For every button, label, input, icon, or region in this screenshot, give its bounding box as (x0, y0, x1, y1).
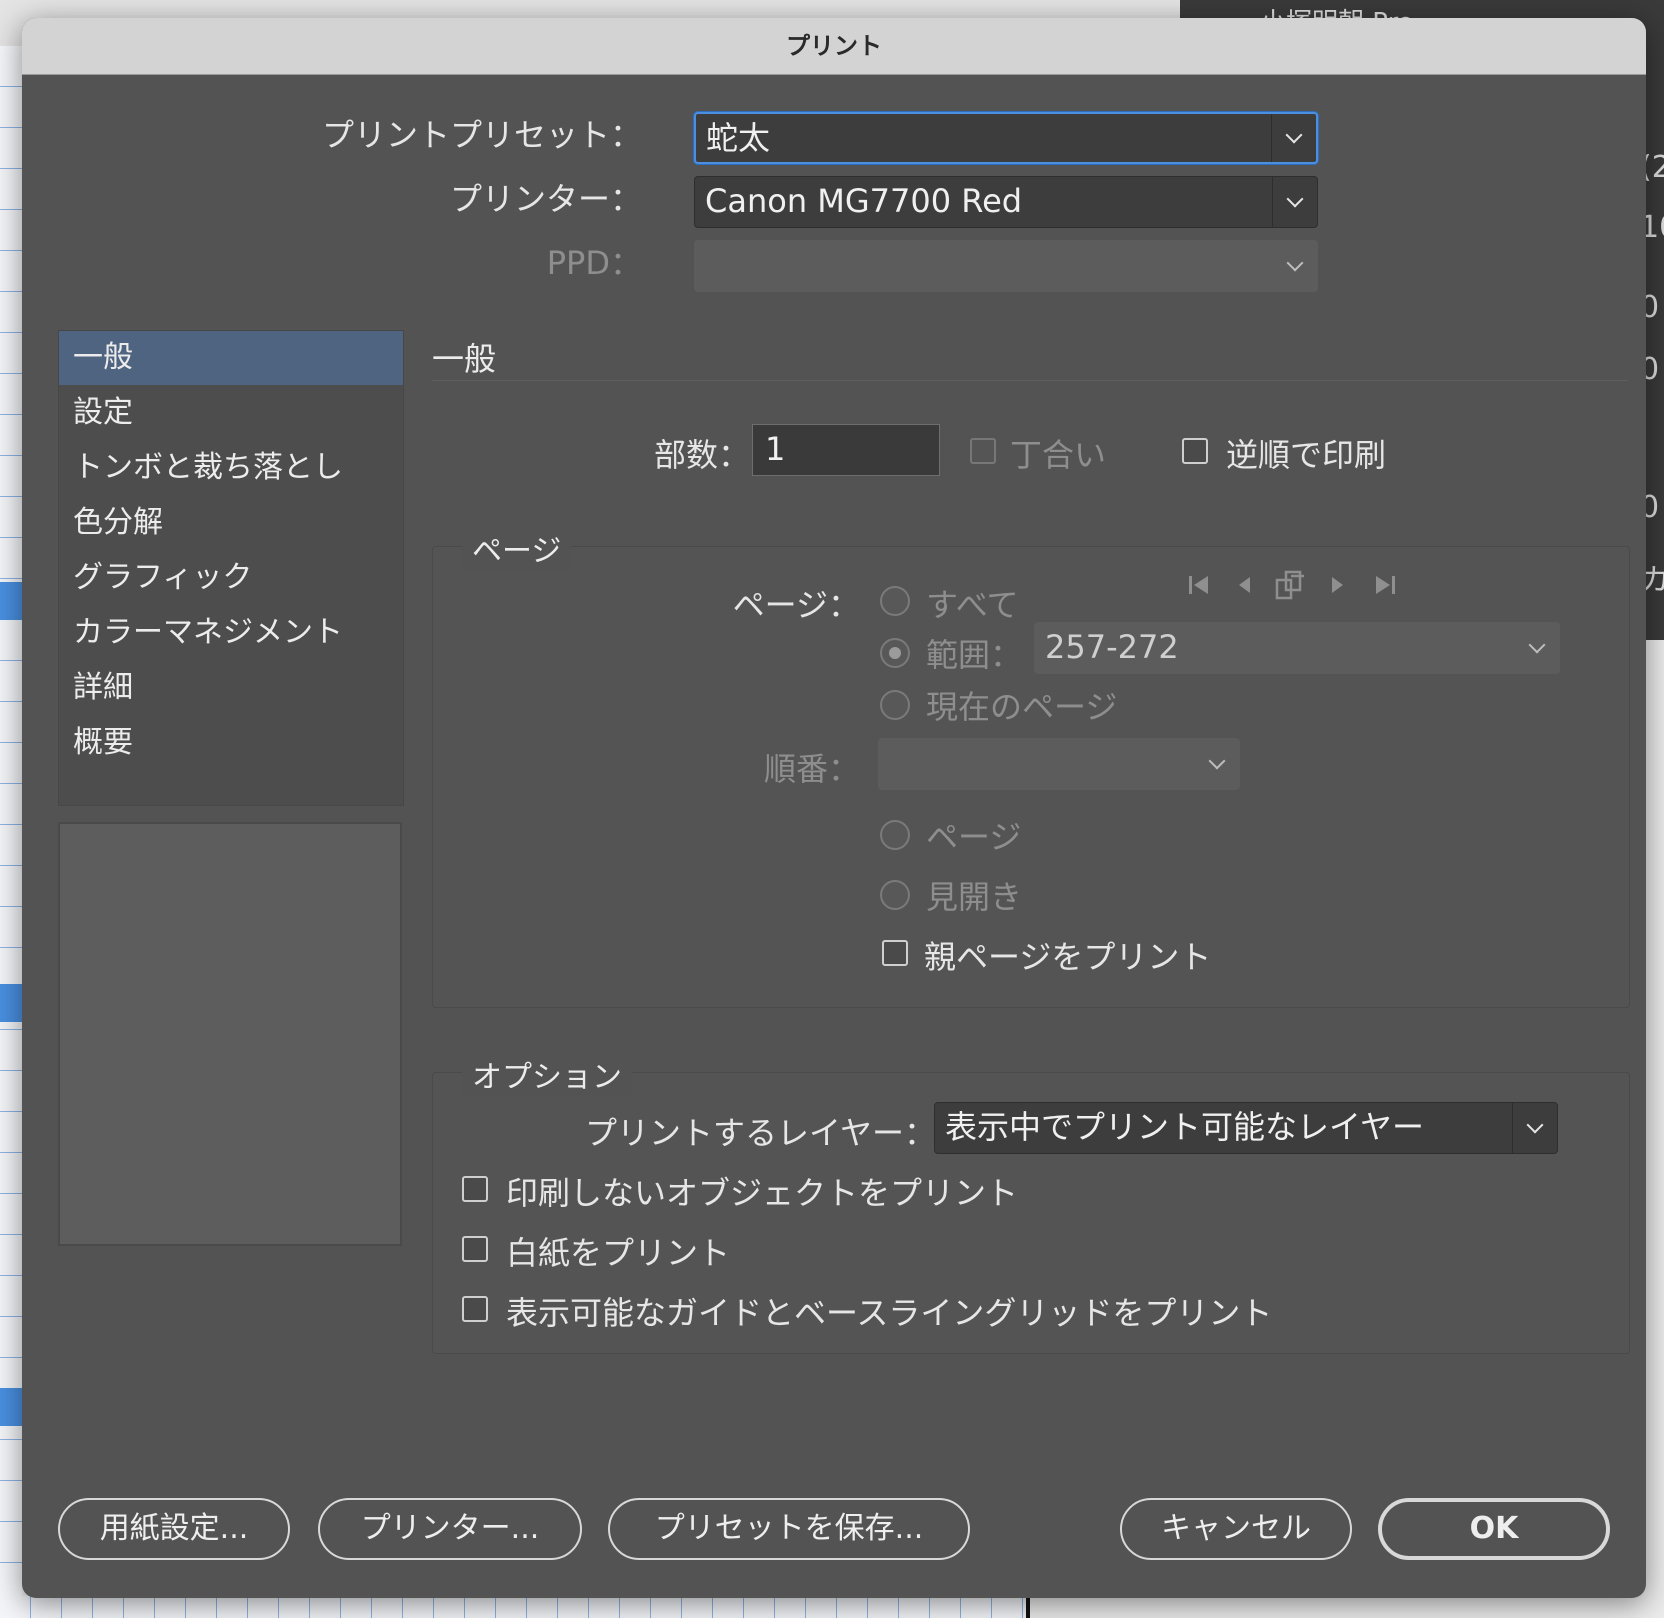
pages-range-radio[interactable] (880, 638, 910, 668)
printer-dropdown-button[interactable] (1272, 177, 1317, 227)
chevron-down-icon (1528, 636, 1546, 654)
chevron-down-icon (1208, 752, 1226, 770)
nonprinting-objects-label: 印刷しないオブジェクトをプリント (506, 1174, 1019, 1212)
ppd-dropdown-button (1273, 241, 1317, 291)
printer-label: プリンター： (449, 180, 642, 218)
pages-label: ページ： (732, 586, 860, 624)
pages-option-radio (880, 820, 910, 850)
printer-value: Canon MG7700 Red (705, 182, 1023, 220)
printer-select[interactable]: Canon MG7700 Red (694, 176, 1318, 228)
save-preset-button[interactable]: プリセットを保存... (608, 1498, 970, 1560)
preset-label: プリントプリセット： (321, 116, 642, 154)
pages-current-label: 現在のページ (926, 688, 1118, 726)
guides-grids-checkbox[interactable] (462, 1296, 488, 1322)
sidebar-item-setup[interactable]: 設定 (59, 386, 403, 440)
pages-option-label: ページ (926, 818, 1022, 856)
sidebar-item-summary[interactable]: 概要 (59, 716, 403, 770)
pages-all-radio[interactable] (880, 586, 910, 616)
ok-button[interactable]: OK (1378, 1498, 1610, 1560)
sidebar-item-color-management[interactable]: カラーマネジメント (59, 606, 403, 660)
nonprinting-objects-checkbox[interactable] (462, 1176, 488, 1202)
options-group-title: オプション (462, 1052, 632, 1096)
next-page-icon[interactable] (1328, 572, 1348, 605)
collate-label: 丁合い (1010, 436, 1107, 474)
preset-select[interactable]: 蛇太 (694, 112, 1318, 164)
print-dialog: プリント プリントプリセット： 蛇太 プリンター： Canon MG7700 R… (22, 18, 1646, 1598)
page-spread-icon[interactable] (1274, 568, 1308, 609)
blank-pages-checkbox[interactable] (462, 1236, 488, 1262)
print-master-checkbox[interactable] (882, 940, 908, 966)
pages-range-label: 範囲： (926, 636, 1023, 674)
sidebar-item-output[interactable]: 色分解 (59, 496, 403, 550)
background-highlight (0, 984, 22, 1022)
reverse-order-checkbox[interactable] (1182, 438, 1208, 464)
layers-label: プリントするレイヤー： (584, 1114, 936, 1152)
preset-value: 蛇太 (706, 119, 771, 157)
order-dropdown-button (1195, 739, 1239, 789)
cancel-button[interactable]: キャンセル (1120, 1498, 1352, 1560)
preset-dropdown-button[interactable] (1271, 114, 1316, 162)
category-list: 一般 設定 トンボと裁ち落とし 色分解 グラフィック カラーマネジメント 詳細 … (58, 330, 404, 806)
chevron-down-icon (1285, 126, 1303, 144)
collate-checkbox (970, 438, 996, 464)
background-highlight (0, 1388, 22, 1426)
order-label: 順番： (763, 750, 860, 788)
print-master-label: 親ページをプリント (924, 938, 1212, 976)
spreads-option-label: 見開き (926, 878, 1023, 916)
chevron-down-icon (1286, 254, 1304, 272)
reverse-order-label: 逆順で印刷 (1226, 436, 1387, 474)
ppd-label: PPD： (546, 244, 642, 282)
chevron-down-icon (1286, 190, 1304, 208)
first-page-icon[interactable] (1186, 572, 1212, 605)
page-preview (58, 822, 402, 1246)
section-divider (432, 380, 1628, 381)
sidebar-item-graphics[interactable]: グラフィック (59, 551, 403, 605)
last-page-icon[interactable] (1372, 572, 1398, 605)
sidebar-item-advanced[interactable]: 詳細 (59, 661, 403, 715)
pages-current-radio[interactable] (880, 690, 910, 720)
page-setup-button[interactable]: 用紙設定... (58, 1498, 290, 1560)
copies-input[interactable]: 1 (752, 424, 940, 476)
spreads-option-radio (880, 880, 910, 910)
layers-select[interactable]: 表示中でプリント可能なレイヤー (934, 1102, 1558, 1154)
chevron-down-icon (1526, 1116, 1544, 1134)
background-document-grid-bottom (0, 1596, 1030, 1618)
page-range-value: 257-272 (1045, 628, 1179, 666)
layers-value: 表示中でプリント可能なレイヤー (945, 1108, 1425, 1146)
pages-group-title: ページ (462, 526, 572, 570)
ppd-select (694, 240, 1318, 292)
previous-page-icon[interactable] (1234, 572, 1254, 605)
sidebar-item-marks-bleed[interactable]: トンボと裁ち落とし (59, 441, 403, 495)
guides-grids-label: 表示可能なガイドとベースライングリッドをプリント (506, 1294, 1273, 1332)
pages-all-label: すべて (926, 586, 1019, 624)
section-title: 一般 (432, 340, 497, 378)
sidebar-item-general[interactable]: 一般 (59, 331, 403, 385)
dialog-title: プリント (22, 18, 1646, 75)
layers-dropdown-button[interactable] (1512, 1103, 1557, 1153)
copies-label: 部数： (654, 436, 751, 474)
page-range-select[interactable]: 257-272 (1034, 622, 1560, 674)
background-highlight (0, 582, 22, 620)
blank-pages-label: 白紙をプリント (506, 1234, 731, 1272)
order-select (878, 738, 1240, 790)
page-range-dropdown-button[interactable] (1515, 623, 1559, 673)
background-document-grid (0, 46, 22, 1618)
printer-button[interactable]: プリンター... (318, 1498, 582, 1560)
